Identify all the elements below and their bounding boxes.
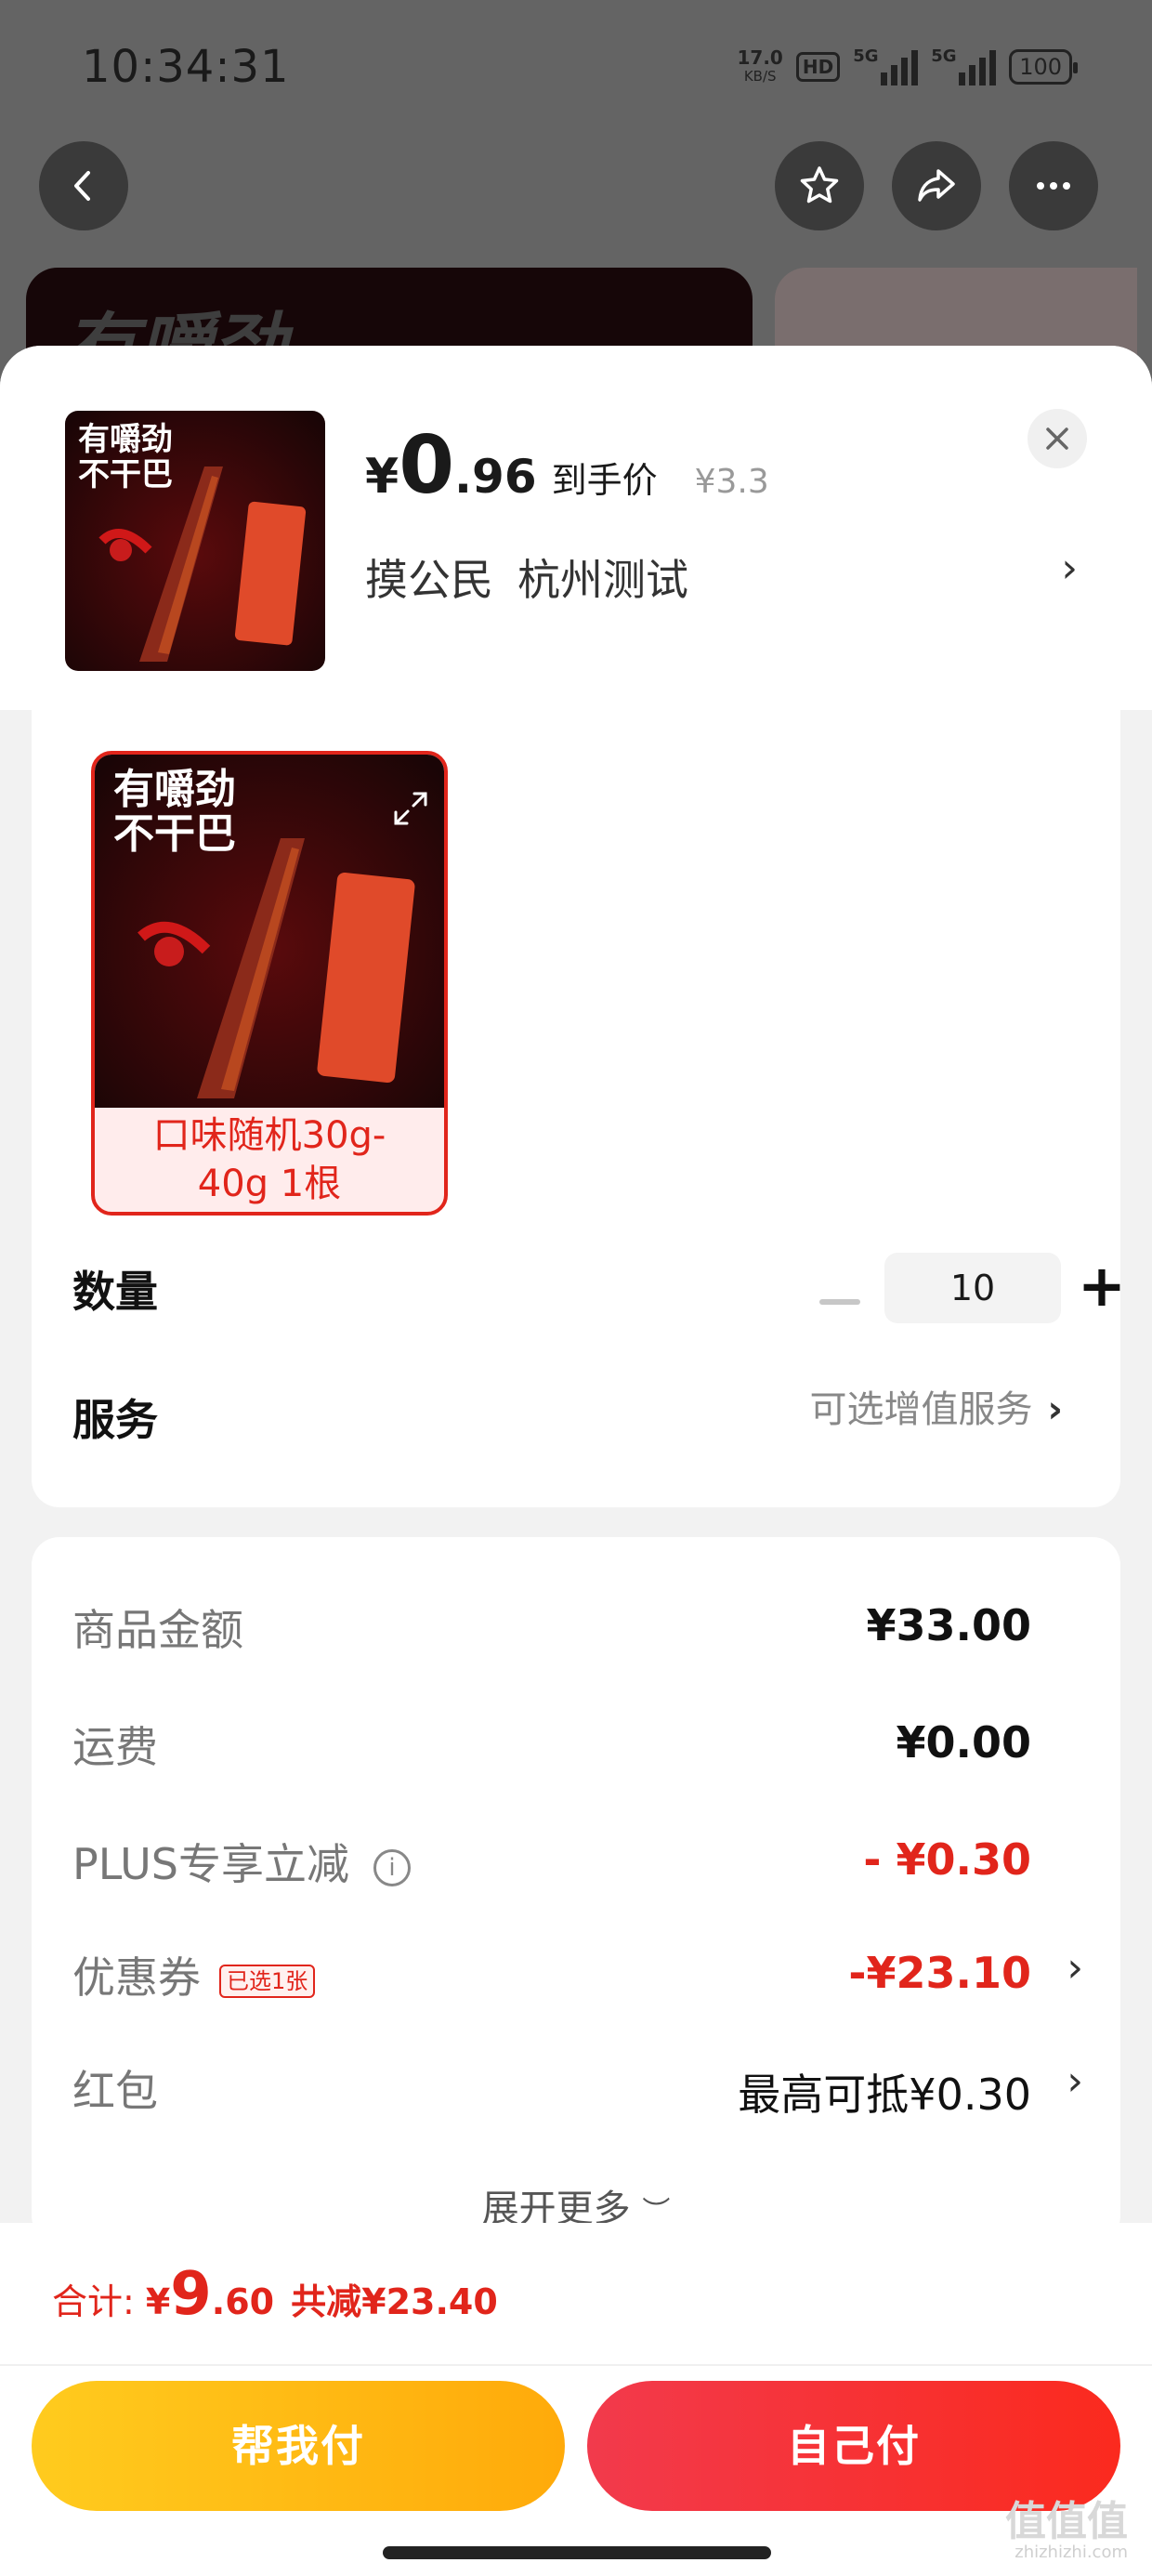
chevron-right-icon: ›: [1047, 1388, 1063, 1431]
total-label: 合计:: [52, 2281, 135, 2322]
clock: 10:34:31: [82, 41, 290, 93]
hd-icon: HD: [795, 52, 841, 82]
original-price: ¥3.3: [694, 463, 769, 501]
network-speed: 17.0 KB/S: [737, 46, 783, 85]
battery-icon: 100: [1009, 49, 1078, 85]
chevron-right-icon[interactable]: ›: [1061, 545, 1078, 592]
total-decimal: .60: [211, 2281, 275, 2322]
status-icons: 17.0 KB/S HD 5G 5G 100: [737, 46, 1078, 85]
total-saved: 共减¥23.40: [291, 2281, 498, 2322]
back-button[interactable]: [39, 141, 128, 230]
price-label: 到手价: [551, 460, 658, 501]
total-integer: 9: [170, 2260, 212, 2329]
info-icon[interactable]: i: [373, 1848, 411, 1886]
chevron-right-icon: ›: [1067, 2057, 1083, 2105]
detail-row-red-packet[interactable]: 红包 最高可抵¥0.30 ›: [72, 2052, 1083, 2120]
price-currency: ¥: [365, 449, 399, 505]
status-bar: 10:34:31 17.0 KB/S HD 5G 5G 100: [0, 0, 1152, 139]
sheet-header: 有嚼劲 不干巴 ¥ 0 .96 到手价 ¥3.3 摸公民 杭州测试 ›: [0, 346, 1152, 710]
bottom-pay-bar: 合计: ¥ 9 .60 共减¥23.40 帮我付 自己付 值值值 zhizhizh…: [0, 2223, 1152, 2576]
shop-info[interactable]: 摸公民 杭州测试: [365, 546, 688, 608]
signal-icon: 5G: [853, 46, 919, 85]
quantity-decrease-button[interactable]: [819, 1299, 860, 1305]
share-button[interactable]: [892, 141, 981, 230]
star-icon: [800, 166, 839, 204]
watermark: 值值值 zhizhizhi.com: [1005, 2498, 1128, 2563]
more-button[interactable]: [1009, 141, 1098, 230]
total-summary: 合计: ¥ 9 .60 共减¥23.40: [52, 2260, 498, 2329]
quantity-input[interactable]: 10: [884, 1253, 1061, 1323]
quantity-increase-button[interactable]: +: [1072, 1257, 1132, 1318]
chevron-right-icon: ›: [1067, 1944, 1083, 1991]
signal-icon-2: 5G: [931, 46, 997, 85]
spec-text-1: 有嚼劲: [113, 766, 236, 813]
spec-option-selected[interactable]: 有嚼劲 不干巴 口味随机30g- 40g 1根: [91, 751, 448, 1216]
price-decimal: .96: [454, 450, 537, 504]
spec-text-2: 不干巴: [113, 810, 236, 858]
divider: [0, 2364, 1152, 2366]
detail-row-plus-discount: PLUS专享立减 i - ¥0.30: [72, 1834, 1031, 1889]
more-icon: [1037, 182, 1070, 190]
price-row: ¥ 0 .96 到手价 ¥3.3: [365, 426, 769, 506]
service-selector[interactable]: 可选增值服务 ›: [810, 1379, 1063, 1433]
thumb-text-1: 有嚼劲: [78, 421, 173, 458]
spec-option-label: 口味随机30g- 40g 1根: [152, 1114, 386, 1205]
service-hint: 可选增值服务: [809, 1388, 1033, 1431]
price-detail-card: 商品金额 ¥33.00 运费 ¥0.00 PLUS专享立减 i - ¥0.30 优…: [32, 1537, 1120, 2243]
shop-name: 摸公民: [365, 555, 493, 605]
spec-card: 有嚼劲 不干巴 口味随机30g- 40g 1根 数量 10 + 服务 可选增值服…: [32, 710, 1126, 1507]
favorite-button[interactable]: [775, 141, 864, 230]
total-currency: ¥: [145, 2281, 171, 2322]
price-integer: 0: [399, 419, 455, 512]
back-icon: [74, 171, 90, 201]
product-thumbnail[interactable]: 有嚼劲 不干巴: [65, 411, 325, 671]
detail-row-coupon[interactable]: 优惠券 已选1张 -¥23.10 ›: [72, 1939, 1083, 2004]
share-icon: [918, 169, 955, 202]
expand-icon[interactable]: [390, 788, 431, 829]
close-icon: [1046, 427, 1068, 450]
self-pay-button[interactable]: 自己付: [587, 2381, 1120, 2511]
home-indicator[interactable]: [383, 2546, 771, 2559]
help-pay-button[interactable]: 帮我付: [32, 2381, 565, 2511]
close-button[interactable]: [1028, 409, 1087, 468]
service-label: 服务: [72, 1395, 158, 1445]
thumb-text-2: 不干巴: [78, 456, 173, 493]
coupon-selected-badge: 已选1张: [219, 1964, 316, 1998]
detail-row-shipping: 运费 ¥0.00: [72, 1717, 1031, 1772]
quantity-label: 数量: [72, 1267, 158, 1317]
detail-row-goods-amount: 商品金额 ¥33.00: [72, 1600, 1031, 1655]
shop-city: 杭州测试: [517, 555, 688, 605]
